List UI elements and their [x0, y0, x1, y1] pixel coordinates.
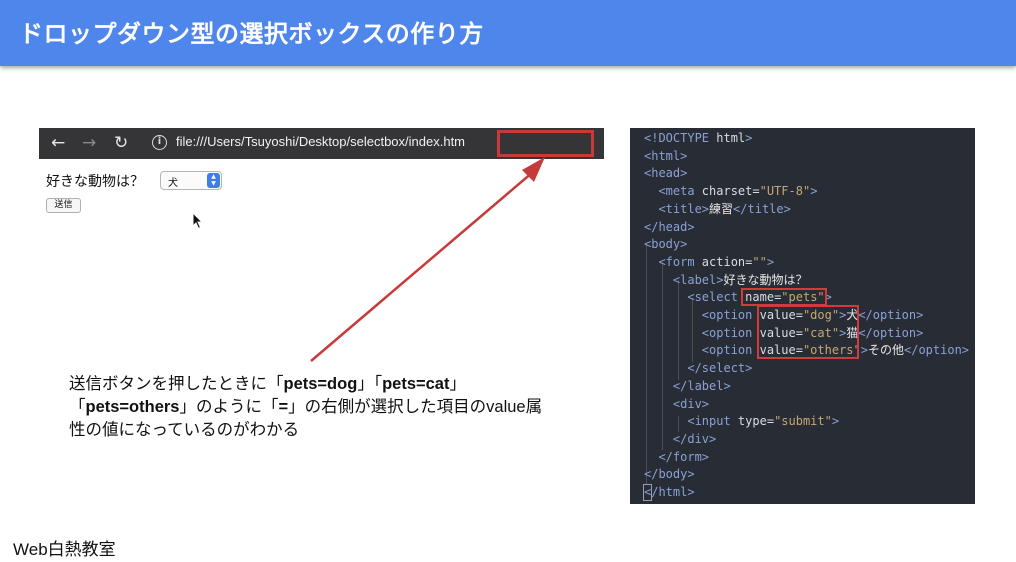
code-token: <meta	[644, 184, 702, 199]
code-token: html	[716, 131, 746, 145]
explanation-bold: pets=others	[85, 398, 180, 416]
code-line: <meta charset="UTF-8">	[644, 182, 817, 200]
code-line: <label>好きな動物は？	[644, 271, 808, 289]
code-token: <!DOCTYPE	[644, 131, 717, 145]
code-token: =	[766, 414, 775, 429]
code-token: </option>	[904, 343, 970, 358]
code-token: <option	[644, 343, 760, 358]
code-token: </head>	[644, 219, 695, 234]
code-token: >	[810, 184, 818, 199]
code-token: =	[752, 184, 760, 199]
explanation-bold: =	[278, 398, 289, 416]
explanation-part: 」「	[357, 375, 383, 393]
code-token: 好きな動物は？	[723, 272, 808, 287]
code-line: <!DOCTYPE html>	[644, 129, 752, 147]
code-line: <title>練習</title>	[644, 200, 791, 218]
code-line: </head>	[644, 218, 695, 236]
code-line: <head>	[644, 164, 687, 182]
code-line: <div>	[644, 395, 709, 413]
code-token: <title>	[644, 201, 710, 216]
code-token: <input	[644, 414, 738, 429]
code-token: "submit"	[774, 414, 832, 429]
explanation-part: 送信ボタンを押したときに「	[69, 375, 284, 393]
name-attr-highlight	[741, 288, 827, 306]
code-line: </select>	[644, 359, 752, 377]
code-line: <form action="">	[644, 253, 774, 271]
code-token: </label>	[644, 378, 731, 393]
explanation-text: 送信ボタンを押したときに「pets=dog」「pets=cat」「pets=ot…	[69, 373, 544, 442]
code-line: <input type="submit">	[644, 412, 839, 430]
code-token: <div>	[644, 396, 710, 411]
code-token: </div>	[644, 431, 717, 446]
code-token: <select	[644, 290, 746, 305]
code-line: </label>	[644, 377, 731, 395]
code-token: ""	[752, 254, 767, 269]
code-token: </body>	[644, 467, 695, 482]
code-token: type	[737, 414, 767, 429]
code-token: <head>	[644, 166, 688, 181]
code-token: action	[701, 254, 746, 269]
code-token: charset	[701, 184, 753, 199]
code-token: <body>	[644, 237, 688, 252]
code-line: </body>	[644, 465, 695, 483]
code-line: <html>	[644, 147, 687, 165]
explanation-bold: pets=dog	[283, 375, 358, 393]
code-token: 練習	[709, 201, 734, 216]
code-token: >	[860, 343, 868, 358]
editor-cursor	[643, 484, 652, 501]
code-token: その他	[867, 343, 904, 358]
code-line: </form>	[644, 448, 709, 466]
code-token: </option>	[858, 325, 924, 340]
code-token: <html>	[644, 148, 688, 163]
code-token: </title>	[733, 201, 791, 216]
code-token: >	[831, 414, 840, 429]
code-line: </div>	[644, 430, 716, 448]
footer-brand: Web白熱教室	[13, 540, 116, 559]
explanation-part: 」のように「	[179, 398, 279, 416]
code-token: >	[766, 254, 775, 269]
code-token: <option	[644, 325, 760, 340]
code-token: "UTF-8"	[759, 184, 811, 199]
code-token: >	[745, 131, 753, 145]
code-line: <body>	[644, 235, 687, 253]
value-attr-highlight	[757, 305, 859, 359]
code-token: </form>	[644, 449, 710, 464]
code-token: </option>	[858, 308, 924, 322]
code-token: <label>	[644, 272, 724, 287]
code-token: <option	[644, 308, 760, 322]
code-token: </select>	[644, 361, 753, 376]
code-token: <form	[644, 254, 702, 269]
explanation-bold: pets=cat	[382, 375, 450, 393]
